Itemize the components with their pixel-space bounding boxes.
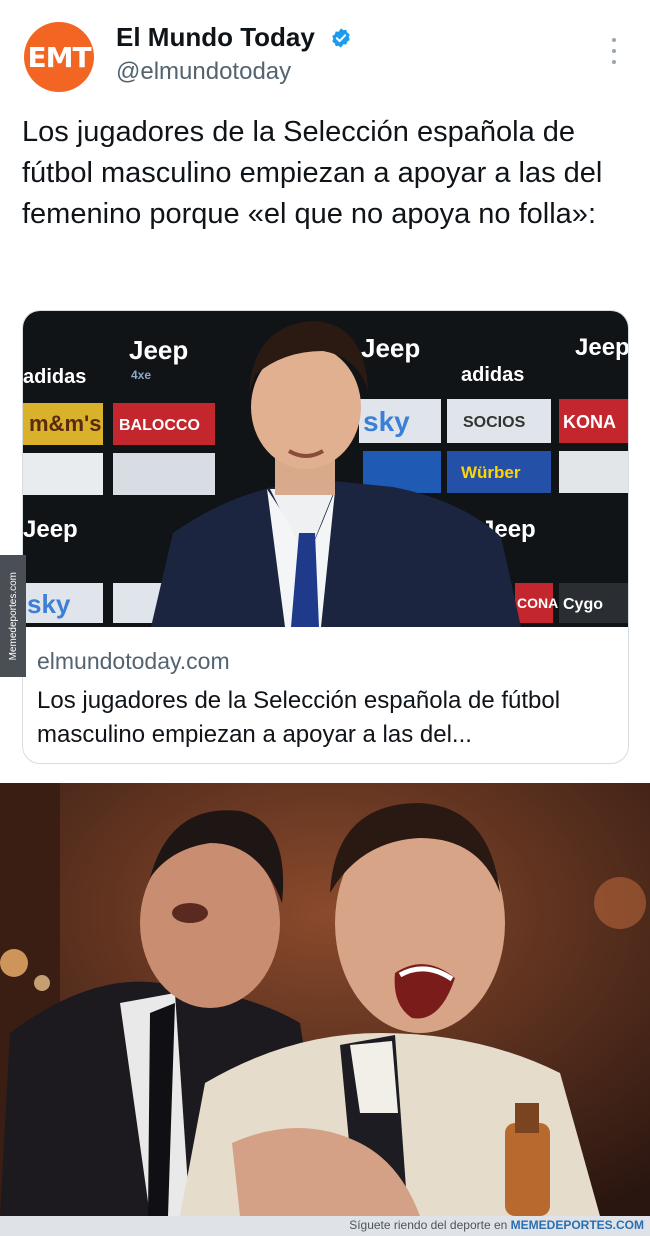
account-name[interactable]: El Mundo Today	[116, 22, 315, 53]
footer-watermark: Síguete riendo del deporte en MEMEDEPORT…	[0, 1216, 650, 1236]
verified-badge-icon	[332, 28, 350, 48]
sponsor-logo: Würber	[461, 463, 521, 482]
sponsor-logo: sky	[363, 406, 410, 437]
sponsor-logo: SOCIOS	[463, 414, 526, 431]
svg-text:Jeep: Jeep	[575, 334, 628, 361]
link-preview-card[interactable]: m&m's BALOCCO sky SOCIOS KONA Würber sky…	[22, 310, 629, 764]
more-options-icon[interactable]	[604, 38, 624, 64]
sponsor-logo: Jeep	[129, 335, 188, 365]
svg-text:Jeep: Jeep	[361, 333, 420, 363]
svg-text:adidas: adidas	[461, 364, 524, 386]
avatar-logo-text: EMT	[27, 40, 91, 74]
sponsor-logo: KONA	[563, 412, 616, 432]
card-title[interactable]: Los jugadores de la Selección española d…	[37, 684, 617, 752]
footer-brand[interactable]: MEMEDEPORTES.COM	[511, 1218, 644, 1232]
sponsor-logo: BALOCCO	[119, 417, 200, 434]
svg-text:4xe: 4xe	[131, 368, 151, 382]
footer-prefix: Síguete riendo del deporte en	[349, 1218, 508, 1232]
sponsor-logo: adidas	[23, 366, 86, 388]
card-domain[interactable]: elmundotoday.com	[37, 648, 230, 675]
account-handle[interactable]: @elmundotoday	[116, 58, 291, 86]
sponsor-logo: Cygo	[563, 596, 603, 613]
laughing-men-meme-image	[0, 783, 650, 1216]
account-avatar[interactable]: EMT	[24, 22, 94, 92]
tweet-text: Los jugadores de la Selección española d…	[22, 116, 603, 230]
svg-text:sky: sky	[27, 589, 71, 619]
side-watermark: Memedeportes.com	[0, 555, 26, 677]
press-conference-photo: m&m's BALOCCO sky SOCIOS KONA Würber sky…	[23, 311, 628, 627]
sponsor-logo: m&m's	[29, 411, 101, 436]
svg-text:Jeep: Jeep	[23, 516, 78, 543]
